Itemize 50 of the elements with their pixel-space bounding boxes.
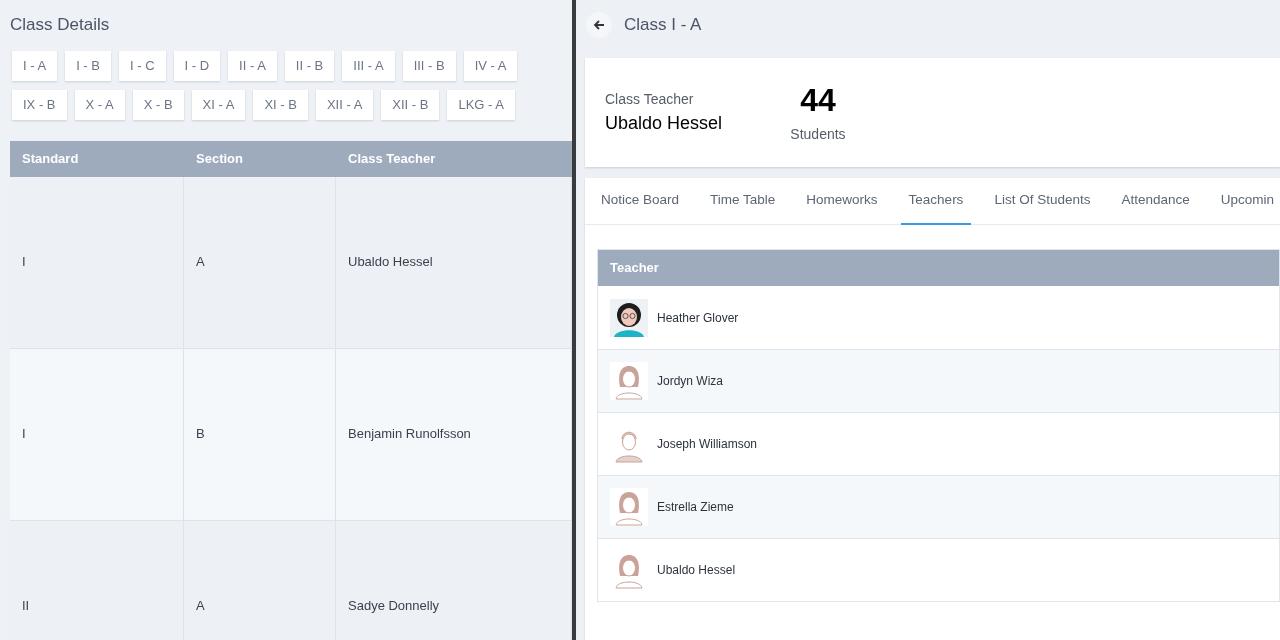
tab[interactable]: Time Table: [702, 178, 784, 225]
field-label: Class Teacher: [605, 89, 695, 109]
page-title: Class Details: [9, 14, 111, 36]
class-chip[interactable]: IX - B: [12, 89, 67, 120]
column-header: Teacher: [610, 259, 659, 278]
column-header: Class Teacher: [347, 149, 437, 168]
class-chip[interactable]: I - D: [173, 50, 221, 81]
teacher-name: Ubaldo Hessel: [657, 562, 736, 579]
table-cell: II: [10, 520, 184, 640]
female-avatar-icon: [610, 488, 648, 526]
teacher-name: Heather Glover: [657, 309, 739, 327]
table-cell: A: [184, 176, 336, 348]
class-chip[interactable]: III - A: [342, 50, 395, 81]
column-header: Section: [195, 149, 244, 168]
count-label: Students: [790, 125, 846, 144]
class-chip[interactable]: III - B: [402, 50, 456, 81]
class-chip[interactable]: X - A: [74, 89, 125, 120]
class-chip[interactable]: II - A: [228, 50, 277, 81]
column-header: Standard: [21, 149, 80, 168]
class-chip[interactable]: XII - A: [315, 89, 374, 120]
table-cell: B: [184, 348, 336, 520]
back-button[interactable]: [586, 12, 612, 38]
class-chip[interactable]: LKG - A: [447, 89, 515, 120]
teacher-name: Joseph Williamson: [657, 436, 758, 453]
class-chip[interactable]: XI - B: [253, 89, 308, 120]
class-chip[interactable]: IV - A: [463, 50, 518, 81]
tab[interactable]: Attendance: [1113, 178, 1198, 225]
class-chip[interactable]: II - B: [284, 50, 335, 81]
class-chip[interactable]: I - A: [12, 50, 58, 81]
class-chip[interactable]: I - B: [65, 50, 111, 81]
back-arrow-icon: [593, 19, 605, 31]
tab[interactable]: List Of Students: [986, 178, 1099, 225]
tab[interactable]: Upcomin: [1212, 178, 1280, 225]
teacher-name: Jordyn Wiza: [657, 373, 724, 390]
tab[interactable]: Homeworks: [798, 178, 886, 225]
table-cell: I: [10, 348, 184, 520]
tab[interactable]: Notice Board: [593, 178, 688, 225]
class-chip[interactable]: X - B: [132, 89, 184, 120]
class-title: Class I - A: [624, 14, 702, 37]
avatar-illustration: [610, 298, 648, 337]
tab[interactable]: Teachers: [900, 178, 972, 225]
class-chip[interactable]: XII - B: [381, 89, 440, 120]
teacher-name: Estrella Zieme: [657, 499, 734, 516]
teacher-name: Ubaldo Hessel: [605, 111, 724, 135]
table-cell: A: [184, 520, 336, 640]
female-avatar-icon: [610, 362, 648, 400]
student-count: 44: [800, 81, 836, 120]
table-cell: I: [10, 176, 184, 348]
class-chip[interactable]: I - C: [118, 50, 166, 81]
class-chip[interactable]: XI - A: [191, 89, 246, 120]
